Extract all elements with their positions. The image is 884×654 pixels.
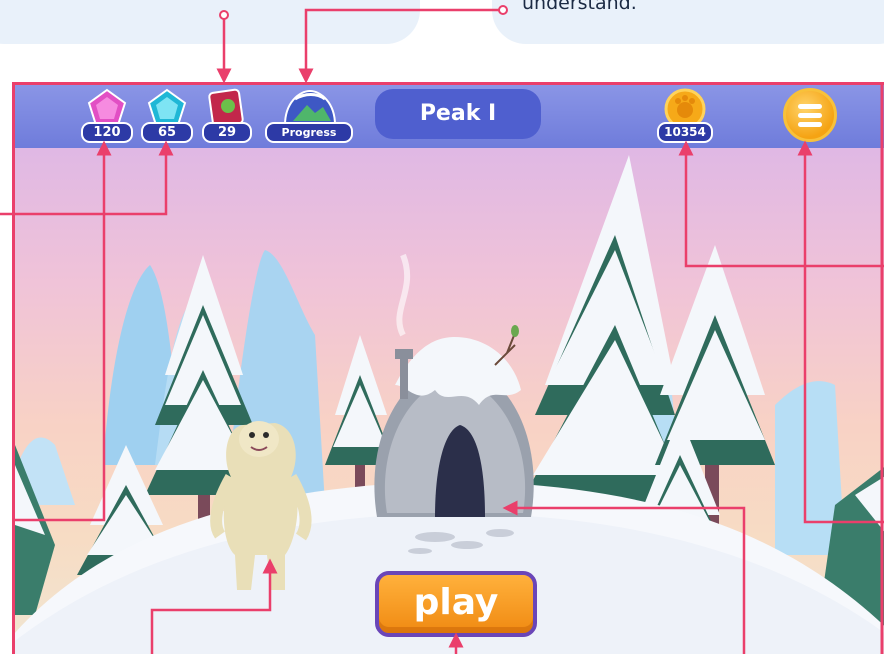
screenshot-stage: understand. 120 65 29 Progress Peak I 10… bbox=[0, 0, 884, 654]
annotation-overlay bbox=[0, 5, 884, 654]
